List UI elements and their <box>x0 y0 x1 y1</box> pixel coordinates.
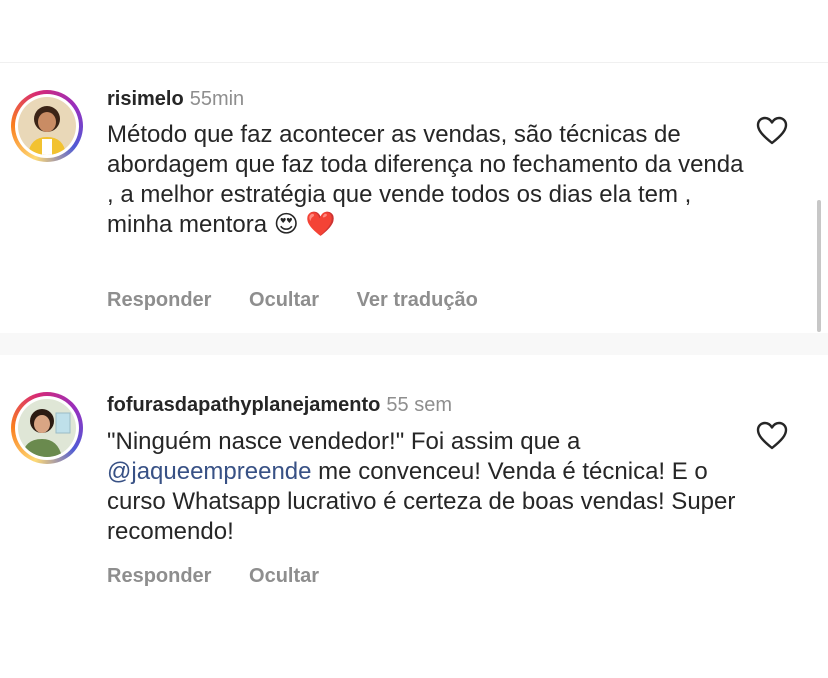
username[interactable]: risimelo <box>107 88 184 110</box>
reply-button[interactable]: Responder <box>107 289 211 311</box>
avatar[interactable] <box>11 392 83 464</box>
comment-header: fofurasdapathyplanejamento 55 sem <box>107 393 452 417</box>
comments-screen: risimelo 55min Método que faz acontecer a… <box>0 0 828 678</box>
hide-button[interactable]: Ocultar <box>249 565 319 587</box>
profile-photo-icon <box>18 97 76 155</box>
comment-item: fofurasdapathyplanejamento 55 sem "Ningué… <box>0 355 828 678</box>
username[interactable]: fofurasdapathyplanejamento <box>107 394 380 416</box>
heart-outline-icon[interactable] <box>756 116 788 146</box>
scrollbar[interactable] <box>817 200 821 332</box>
red-heart-emoji: ❤️ <box>305 211 336 238</box>
mention-link[interactable]: @jaqueempreende <box>107 458 312 485</box>
hide-button[interactable]: Ocultar <box>249 289 319 311</box>
timestamp: 55min <box>189 88 245 110</box>
comment-header: risimelo 55min <box>107 87 244 111</box>
comment-item: risimelo 55min Método que faz acontecer a… <box>0 63 828 333</box>
heart-eyes-emoji: 😍 <box>273 211 299 238</box>
comment-actions: Responder Ocultar Ver tradução <box>107 289 510 312</box>
avatar[interactable] <box>11 90 83 162</box>
comment-text: Método que faz acontecer as vendas, são … <box>107 120 747 240</box>
reply-button[interactable]: Responder <box>107 565 211 587</box>
comment-actions: Responder Ocultar <box>107 565 351 588</box>
comment-separator <box>0 333 828 355</box>
comment-body-start: "Ninguém nasce vendedor!" Foi assim que … <box>107 428 581 455</box>
translate-button[interactable]: Ver tradução <box>357 289 478 311</box>
timestamp: 55 sem <box>386 394 452 416</box>
profile-photo-icon <box>18 399 76 457</box>
comment-body: Método que faz acontecer as vendas, são … <box>107 121 744 238</box>
comment-text: "Ninguém nasce vendedor!" Foi assim que … <box>107 427 747 547</box>
heart-outline-icon[interactable] <box>756 421 788 451</box>
